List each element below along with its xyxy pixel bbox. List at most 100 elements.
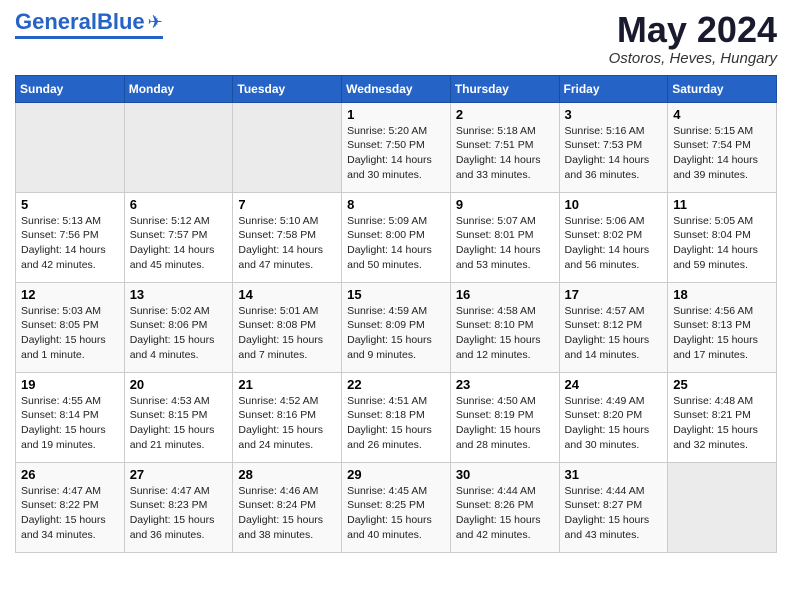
calendar-cell: 24 Sunrise: 4:49 AM Sunset: 8:20 PM Dayli… — [559, 372, 668, 462]
day-info: Sunrise: 5:09 AM Sunset: 8:00 PM Dayligh… — [347, 214, 445, 273]
day-number: 13 — [130, 287, 228, 302]
day-info: Sunrise: 4:59 AM Sunset: 8:09 PM Dayligh… — [347, 304, 445, 363]
calendar-cell — [124, 102, 233, 192]
day-info: Sunrise: 4:45 AM Sunset: 8:25 PM Dayligh… — [347, 484, 445, 543]
day-info: Sunrise: 4:50 AM Sunset: 8:19 PM Dayligh… — [456, 394, 554, 453]
calendar-cell: 8 Sunrise: 5:09 AM Sunset: 8:00 PM Daylig… — [342, 192, 451, 282]
day-number: 7 — [238, 197, 336, 212]
calendar-week-4: 19Sunrise: 4:55 AM Sunset: 8:14 PM Dayli… — [16, 372, 777, 462]
day-info: Sunrise: 5:20 AM Sunset: 7:50 PM Dayligh… — [347, 124, 445, 183]
logo-blue: Blue — [97, 9, 145, 34]
day-info: Sunrise: 5:10 AM Sunset: 7:58 PM Dayligh… — [238, 214, 336, 273]
calendar-cell: 27 Sunrise: 4:47 AM Sunset: 8:23 PM Dayli… — [124, 462, 233, 552]
day-number: 21 — [238, 377, 336, 392]
day-number: 2 — [456, 107, 554, 122]
weekday-row: SundayMondayTuesdayWednesdayThursdayFrid… — [16, 75, 777, 102]
day-info: Sunrise: 5:03 AM Sunset: 8:05 PM Dayligh… — [21, 304, 119, 363]
day-info: Sunrise: 4:44 AM Sunset: 8:26 PM Dayligh… — [456, 484, 554, 543]
day-number: 12 — [21, 287, 119, 302]
logo-bird-icon: ✈ — [148, 12, 163, 33]
day-info: Sunrise: 5:12 AM Sunset: 7:57 PM Dayligh… — [130, 214, 228, 273]
calendar-cell: 11Sunrise: 5:05 AM Sunset: 8:04 PM Dayli… — [668, 192, 777, 282]
day-number: 15 — [347, 287, 445, 302]
calendar-cell: 15 Sunrise: 4:59 AM Sunset: 8:09 PM Dayli… — [342, 282, 451, 372]
day-info: Sunrise: 4:58 AM Sunset: 8:10 PM Dayligh… — [456, 304, 554, 363]
calendar-cell — [233, 102, 342, 192]
calendar-cell: 17 Sunrise: 4:57 AM Sunset: 8:12 PM Dayli… — [559, 282, 668, 372]
calendar-cell: 30Sunrise: 4:44 AM Sunset: 8:26 PM Dayli… — [450, 462, 559, 552]
calendar-cell: 22Sunrise: 4:51 AM Sunset: 8:18 PM Dayli… — [342, 372, 451, 462]
logo: GeneralBlue ✈ — [15, 10, 163, 39]
day-info: Sunrise: 4:52 AM Sunset: 8:16 PM Dayligh… — [238, 394, 336, 453]
day-number: 27 — [130, 467, 228, 482]
calendar-week-2: 5Sunrise: 5:13 AM Sunset: 7:56 PM Daylig… — [16, 192, 777, 282]
location-text: Ostoros, Heves, Hungary — [609, 50, 777, 67]
day-info: Sunrise: 4:48 AM Sunset: 8:21 PM Dayligh… — [673, 394, 771, 453]
page-header: GeneralBlue ✈ May 2024 Ostoros, Heves, H… — [15, 10, 777, 67]
weekday-header-sunday: Sunday — [16, 75, 125, 102]
day-number: 23 — [456, 377, 554, 392]
calendar-header: SundayMondayTuesdayWednesdayThursdayFrid… — [16, 75, 777, 102]
calendar-cell — [668, 462, 777, 552]
calendar-cell: 10 Sunrise: 5:06 AM Sunset: 8:02 PM Dayli… — [559, 192, 668, 282]
calendar-cell: 1 Sunrise: 5:20 AM Sunset: 7:50 PM Daylig… — [342, 102, 451, 192]
logo-general: General — [15, 9, 97, 34]
calendar-cell: 16 Sunrise: 4:58 AM Sunset: 8:10 PM Dayli… — [450, 282, 559, 372]
day-info: Sunrise: 5:02 AM Sunset: 8:06 PM Dayligh… — [130, 304, 228, 363]
calendar-cell: 6 Sunrise: 5:12 AM Sunset: 7:57 PM Daylig… — [124, 192, 233, 282]
calendar-cell: 20Sunrise: 4:53 AM Sunset: 8:15 PM Dayli… — [124, 372, 233, 462]
day-number: 17 — [565, 287, 663, 302]
day-number: 26 — [21, 467, 119, 482]
day-info: Sunrise: 5:06 AM Sunset: 8:02 PM Dayligh… — [565, 214, 663, 273]
calendar-cell: 21 Sunrise: 4:52 AM Sunset: 8:16 PM Dayli… — [233, 372, 342, 462]
day-info: Sunrise: 5:16 AM Sunset: 7:53 PM Dayligh… — [565, 124, 663, 183]
day-info: Sunrise: 4:57 AM Sunset: 8:12 PM Dayligh… — [565, 304, 663, 363]
day-info: Sunrise: 5:13 AM Sunset: 7:56 PM Dayligh… — [21, 214, 119, 273]
logo-text: GeneralBlue — [15, 10, 145, 34]
day-number: 31 — [565, 467, 663, 482]
day-info: Sunrise: 5:07 AM Sunset: 8:01 PM Dayligh… — [456, 214, 554, 273]
day-info: Sunrise: 4:47 AM Sunset: 8:23 PM Dayligh… — [130, 484, 228, 543]
day-number: 3 — [565, 107, 663, 122]
calendar-table: SundayMondayTuesdayWednesdayThursdayFrid… — [15, 75, 777, 553]
day-number: 24 — [565, 377, 663, 392]
calendar-cell: 9 Sunrise: 5:07 AM Sunset: 8:01 PM Daylig… — [450, 192, 559, 282]
day-number: 28 — [238, 467, 336, 482]
day-number: 1 — [347, 107, 445, 122]
calendar-cell: 13 Sunrise: 5:02 AM Sunset: 8:06 PM Dayli… — [124, 282, 233, 372]
calendar-cell — [16, 102, 125, 192]
day-info: Sunrise: 5:05 AM Sunset: 8:04 PM Dayligh… — [673, 214, 771, 273]
day-number: 9 — [456, 197, 554, 212]
day-info: Sunrise: 5:01 AM Sunset: 8:08 PM Dayligh… — [238, 304, 336, 363]
calendar-cell: 2 Sunrise: 5:18 AM Sunset: 7:51 PM Daylig… — [450, 102, 559, 192]
month-title: May 2024 — [609, 10, 777, 50]
day-info: Sunrise: 5:15 AM Sunset: 7:54 PM Dayligh… — [673, 124, 771, 183]
day-number: 18 — [673, 287, 771, 302]
calendar-cell: 26Sunrise: 4:47 AM Sunset: 8:22 PM Dayli… — [16, 462, 125, 552]
day-number: 19 — [21, 377, 119, 392]
day-info: Sunrise: 4:46 AM Sunset: 8:24 PM Dayligh… — [238, 484, 336, 543]
day-number: 6 — [130, 197, 228, 212]
calendar-body: 1 Sunrise: 5:20 AM Sunset: 7:50 PM Daylig… — [16, 102, 777, 552]
calendar-cell: 31Sunrise: 4:44 AM Sunset: 8:27 PM Dayli… — [559, 462, 668, 552]
weekday-header-friday: Friday — [559, 75, 668, 102]
weekday-header-saturday: Saturday — [668, 75, 777, 102]
calendar-cell: 7 Sunrise: 5:10 AM Sunset: 7:58 PM Daylig… — [233, 192, 342, 282]
day-number: 16 — [456, 287, 554, 302]
calendar-week-3: 12 Sunrise: 5:03 AM Sunset: 8:05 PM Dayli… — [16, 282, 777, 372]
calendar-cell: 3 Sunrise: 5:16 AM Sunset: 7:53 PM Daylig… — [559, 102, 668, 192]
weekday-header-wednesday: Wednesday — [342, 75, 451, 102]
calendar-cell: 12 Sunrise: 5:03 AM Sunset: 8:05 PM Dayli… — [16, 282, 125, 372]
day-info: Sunrise: 4:49 AM Sunset: 8:20 PM Dayligh… — [565, 394, 663, 453]
day-number: 10 — [565, 197, 663, 212]
calendar-cell: 18Sunrise: 4:56 AM Sunset: 8:13 PM Dayli… — [668, 282, 777, 372]
calendar-week-5: 26Sunrise: 4:47 AM Sunset: 8:22 PM Dayli… — [16, 462, 777, 552]
weekday-header-thursday: Thursday — [450, 75, 559, 102]
day-number: 8 — [347, 197, 445, 212]
calendar-cell: 29Sunrise: 4:45 AM Sunset: 8:25 PM Dayli… — [342, 462, 451, 552]
day-info: Sunrise: 5:18 AM Sunset: 7:51 PM Dayligh… — [456, 124, 554, 183]
calendar-cell: 28 Sunrise: 4:46 AM Sunset: 8:24 PM Dayli… — [233, 462, 342, 552]
weekday-header-tuesday: Tuesday — [233, 75, 342, 102]
calendar-cell: 19Sunrise: 4:55 AM Sunset: 8:14 PM Dayli… — [16, 372, 125, 462]
day-number: 4 — [673, 107, 771, 122]
